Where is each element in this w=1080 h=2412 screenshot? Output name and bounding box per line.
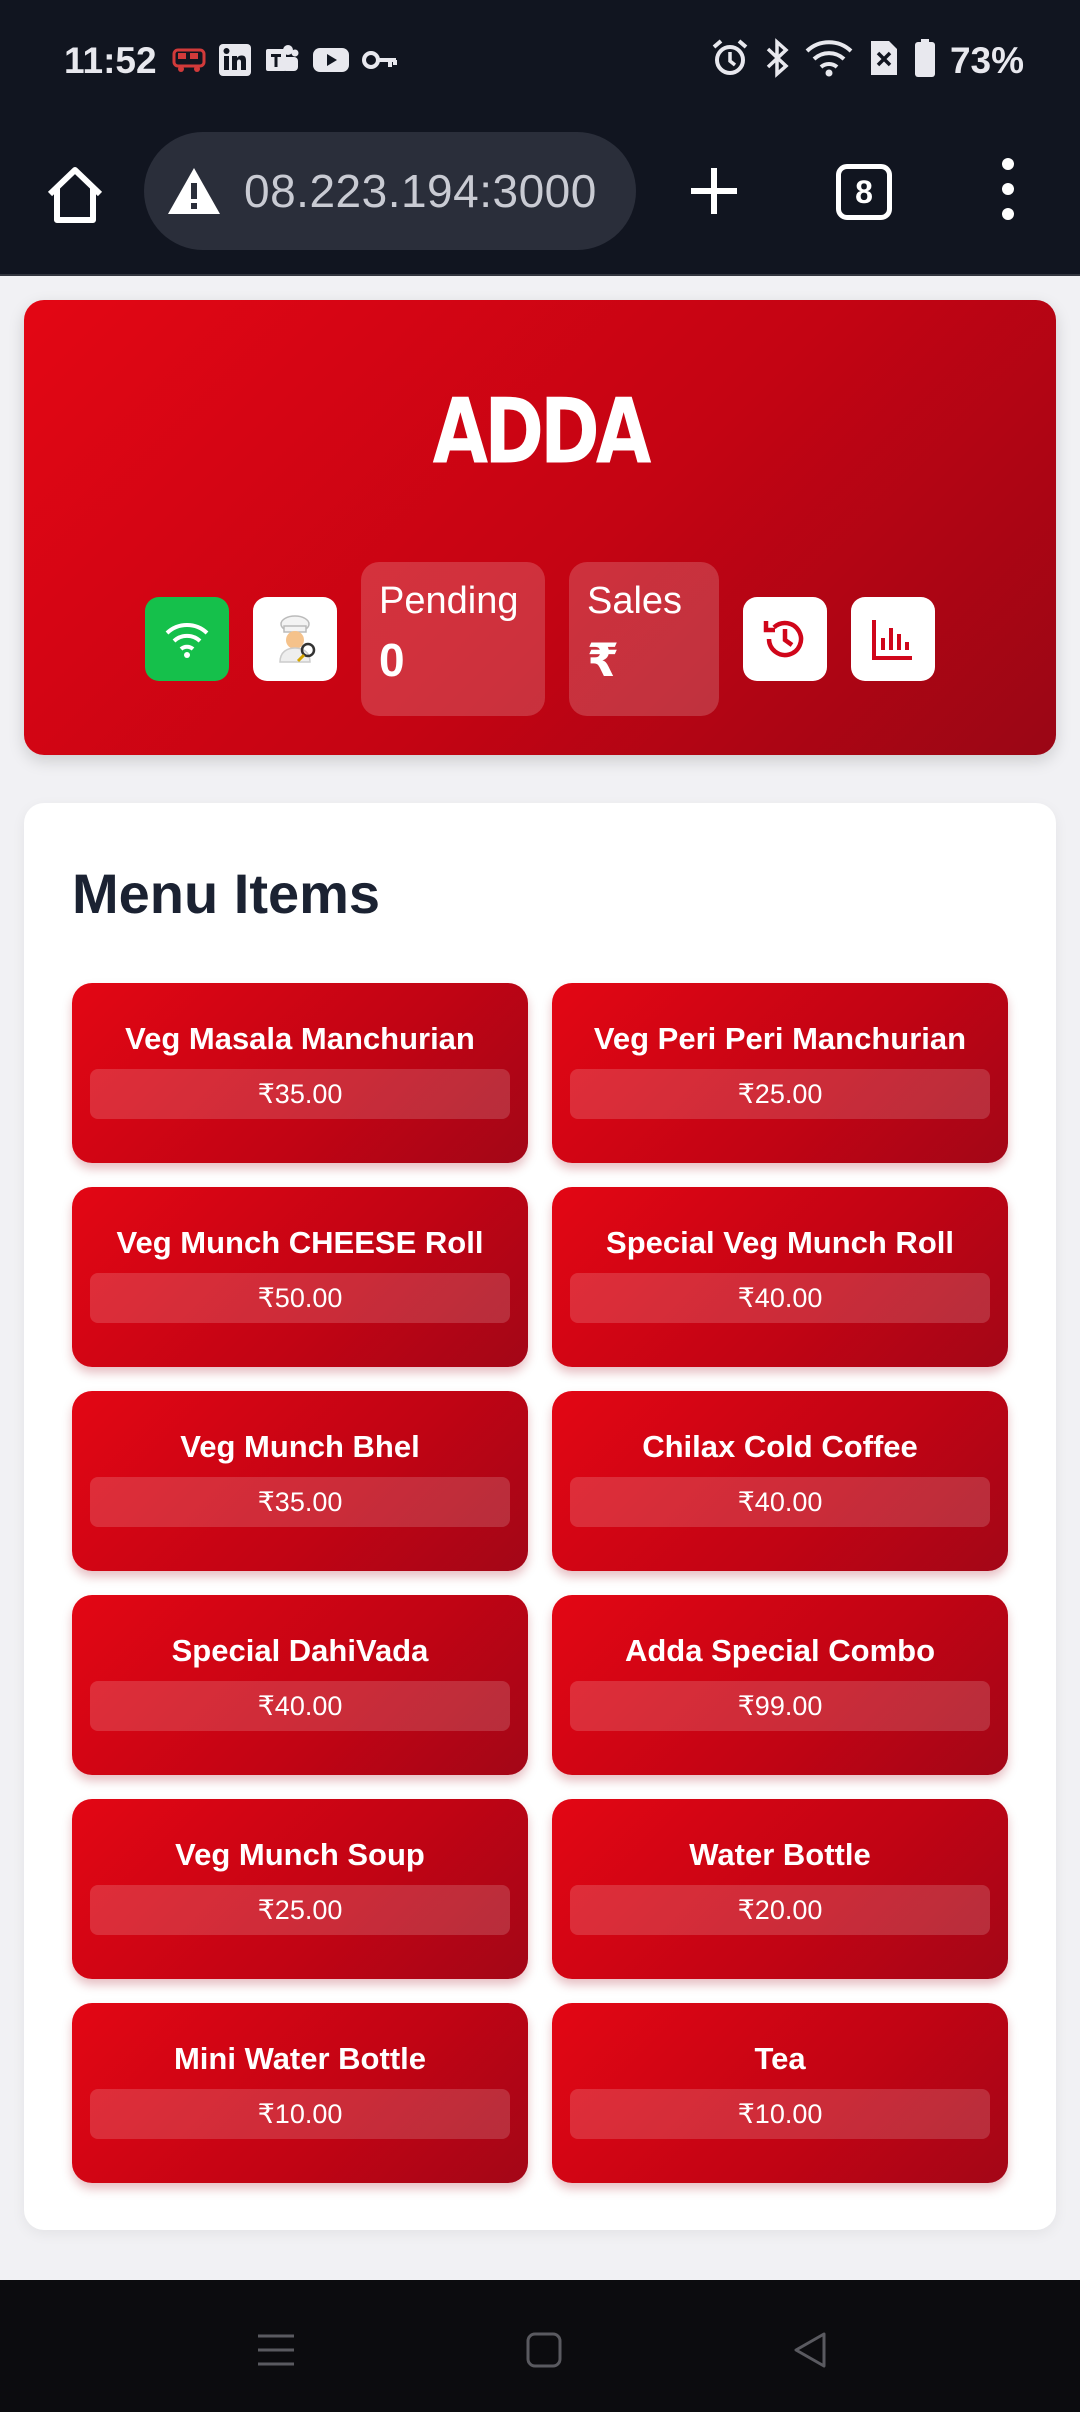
menu-item[interactable]: Chilax Cold Coffee ₹40.00 — [552, 1391, 1008, 1571]
menu-item[interactable]: Special DahiVada ₹40.00 — [72, 1595, 528, 1775]
menu-item[interactable]: Veg Munch Bhel ₹35.00 — [72, 1391, 528, 1571]
logo-text: ADDA — [432, 378, 652, 484]
pending-label: Pending — [379, 580, 519, 622]
notification-icons — [172, 42, 398, 78]
item-price: ₹40.00 — [90, 1681, 510, 1731]
item-price: ₹25.00 — [90, 1885, 510, 1935]
sales-value: ₹ — [587, 634, 620, 686]
new-tab-button[interactable] — [684, 156, 744, 226]
menu-item[interactable]: Mini Water Bottle ₹10.00 — [72, 2003, 528, 2183]
wifi-icon — [804, 38, 854, 83]
item-name: Veg Munch CHEESE Roll — [116, 1225, 484, 1260]
status-time: 11:52 — [64, 40, 157, 81]
item-name: Veg Munch Bhel — [180, 1429, 420, 1464]
item-name: Veg Munch Soup — [175, 1837, 425, 1872]
item-price: ₹25.00 — [570, 1069, 990, 1119]
item-name: Water Bottle — [689, 1837, 871, 1872]
item-name: Adda Special Combo — [624, 1633, 936, 1668]
item-name: Veg Masala Manchurian — [125, 1021, 475, 1056]
pending-orders-stat: Pending 0 — [361, 562, 545, 716]
browser-toolbar: 08.223.194:3000 8 — [0, 124, 1080, 276]
menu-item[interactable]: Adda Special Combo ₹99.00 — [552, 1595, 1008, 1775]
item-name: Special DahiVada — [171, 1633, 429, 1668]
home-icon — [47, 167, 103, 223]
warning-icon — [168, 168, 220, 214]
wifi-icon — [165, 623, 209, 658]
sales-label: Sales — [587, 580, 683, 622]
battery-icon — [914, 38, 936, 83]
item-price: ₹40.00 — [570, 1477, 990, 1527]
square-icon — [526, 2332, 562, 2368]
no-sim-icon — [868, 38, 900, 83]
kitchen-button[interactable] — [253, 597, 337, 681]
item-name: Chilax Cold Coffee — [642, 1429, 918, 1464]
menu-lines-icon — [258, 2334, 294, 2366]
system-icons: 73% — [710, 38, 1024, 83]
item-price: ₹10.00 — [90, 2089, 510, 2139]
plus-icon — [691, 168, 737, 214]
item-name: Special Veg Munch Roll — [606, 1225, 954, 1260]
item-price: ₹35.00 — [90, 1477, 510, 1527]
dot-icon — [1002, 158, 1014, 170]
bar-chart-icon — [872, 620, 912, 660]
adda-logo: ADDA — [433, 366, 652, 496]
teams-icon — [264, 42, 300, 78]
back-button[interactable] — [780, 2320, 840, 2380]
item-price: ₹35.00 — [90, 1069, 510, 1119]
youtube-icon — [312, 42, 350, 78]
item-price: ₹10.00 — [570, 2089, 990, 2139]
item-name: Veg Peri Peri Manchurian — [593, 1021, 967, 1056]
item-price: ₹40.00 — [570, 1273, 990, 1323]
history-icon — [763, 620, 804, 658]
back-triangle-icon — [794, 2332, 826, 2368]
wifi-status-button[interactable] — [145, 597, 229, 681]
status-bar: 11:52 73% — [0, 0, 1080, 124]
item-price: ₹99.00 — [570, 1681, 990, 1731]
menu-item[interactable]: Veg Munch Soup ₹25.00 — [72, 1799, 528, 1979]
menu-item[interactable]: Tea ₹10.00 — [552, 2003, 1008, 2183]
menu-item[interactable]: Water Bottle ₹20.00 — [552, 1799, 1008, 1979]
menu-grid: Veg Masala Manchurian ₹35.00 Veg Peri Per… — [72, 983, 1008, 2183]
pending-value: 0 — [379, 634, 405, 686]
home-nav-button[interactable] — [514, 2320, 574, 2380]
item-price: ₹20.00 — [570, 1885, 990, 1935]
battery-percent: 73% — [949, 39, 1024, 81]
alarm-icon — [710, 38, 750, 83]
item-price: ₹50.00 — [90, 1273, 510, 1323]
dot-icon — [1002, 183, 1014, 195]
bus-icon — [172, 42, 206, 78]
menu-item[interactable]: Veg Munch CHEESE Roll ₹50.00 — [72, 1187, 528, 1367]
chef-icon — [279, 615, 316, 663]
menu-item[interactable]: Veg Peri Peri Manchurian ₹25.00 — [552, 983, 1008, 1163]
menu-title: Menu Items — [72, 862, 381, 925]
menu-item[interactable]: Special Veg Munch Roll ₹40.00 — [552, 1187, 1008, 1367]
dot-icon — [1002, 208, 1014, 220]
dashboard-header: ADDA Pending 0 Sales ₹ — [24, 300, 1056, 755]
address-bar[interactable]: 08.223.194:3000 — [144, 132, 636, 250]
system-nav-bar — [0, 2280, 1080, 2412]
url-text: 08.223.194:3000 — [244, 165, 597, 217]
reports-button[interactable] — [851, 597, 935, 681]
menu-item[interactable]: Veg Masala Manchurian ₹35.00 — [72, 983, 528, 1163]
header-controls: Pending 0 Sales ₹ — [24, 562, 1056, 716]
linkedin-icon — [218, 42, 252, 78]
order-history-button[interactable] — [743, 597, 827, 681]
key-icon — [362, 42, 398, 78]
more-menu-button[interactable] — [990, 154, 1026, 224]
home-button[interactable] — [40, 160, 110, 230]
item-name: Tea — [754, 2041, 806, 2076]
tab-switcher-button[interactable]: 8 — [836, 164, 892, 220]
sales-stat: Sales ₹ — [569, 562, 719, 716]
item-name: Mini Water Bottle — [173, 2041, 426, 2076]
menu-section: Menu Items Veg Masala Manchurian ₹35.00 V… — [24, 803, 1056, 2230]
recents-button[interactable] — [246, 2320, 306, 2380]
bluetooth-icon — [764, 38, 790, 83]
